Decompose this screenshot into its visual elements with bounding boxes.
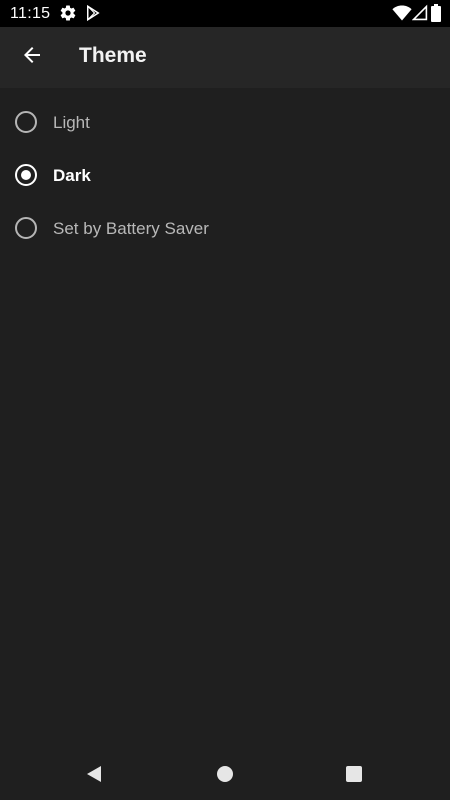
- option-light[interactable]: Light: [0, 96, 450, 149]
- radio-button-dark[interactable]: [15, 164, 37, 186]
- theme-options: Light Dark Set by Battery Saver: [0, 96, 450, 255]
- screen: 11:15 Theme Light Dark Set by Battery Sa…: [0, 0, 450, 800]
- recents-square-icon: [345, 765, 363, 788]
- radio-button-light[interactable]: [15, 111, 37, 133]
- option-battery-saver[interactable]: Set by Battery Saver: [0, 202, 450, 255]
- option-label-light: Light: [53, 113, 90, 132]
- option-label-dark: Dark: [53, 166, 91, 185]
- page-title: Theme: [79, 44, 147, 67]
- nav-recents-button[interactable]: [338, 760, 370, 792]
- status-bar: 11:15: [0, 0, 450, 27]
- home-circle-icon: [216, 765, 234, 788]
- wifi-icon: [392, 4, 412, 22]
- option-label-battery-saver: Set by Battery Saver: [53, 219, 209, 238]
- battery-icon: [431, 4, 443, 22]
- arrow-back-icon: [20, 43, 44, 72]
- play-store-icon: [84, 4, 102, 22]
- cell-signal-icon: [411, 4, 430, 22]
- gear-icon: [59, 4, 77, 22]
- status-time: 11:15: [10, 5, 51, 22]
- nav-home-button[interactable]: [209, 760, 241, 792]
- option-dark[interactable]: Dark: [0, 149, 450, 202]
- nav-bar: [0, 752, 450, 800]
- nav-back-button[interactable]: [78, 760, 110, 792]
- radio-button-battery-saver[interactable]: [15, 217, 37, 239]
- back-button[interactable]: [8, 33, 56, 81]
- radio-selected-dot: [21, 170, 31, 180]
- back-triangle-icon: [84, 764, 104, 789]
- app-bar: Theme: [0, 27, 450, 88]
